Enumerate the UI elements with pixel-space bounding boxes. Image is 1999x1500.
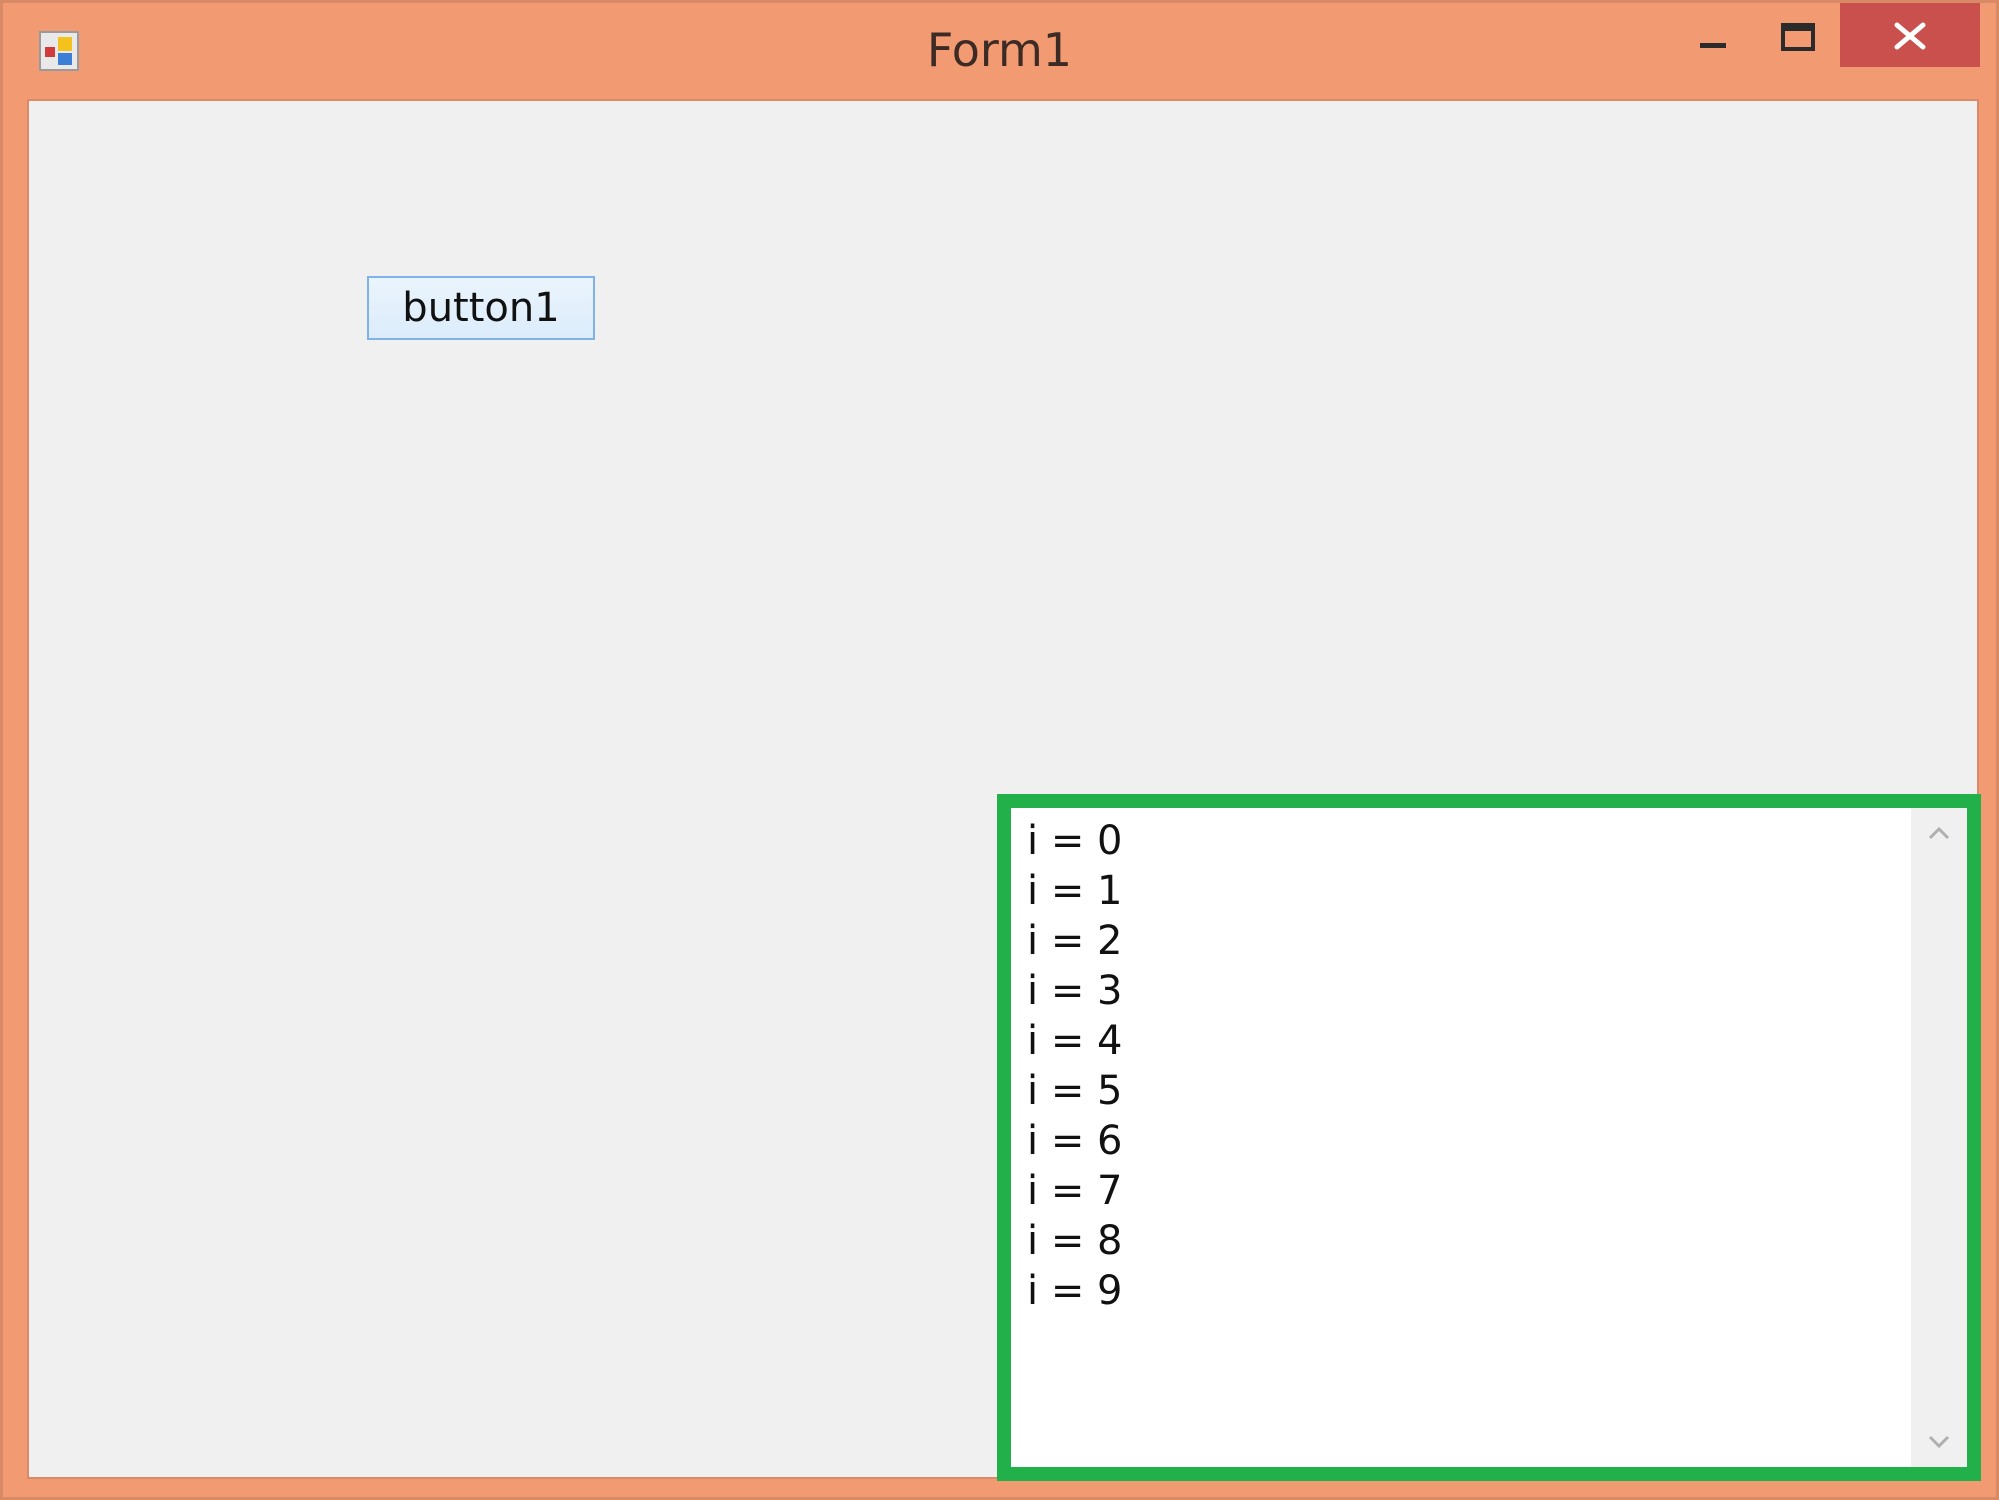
output-line: i = 1 [1027,868,1123,914]
output-line: i = 7 [1027,1168,1123,1214]
close-icon [1894,22,1926,50]
output-line: i = 9 [1027,1268,1123,1314]
vertical-scrollbar[interactable] [1911,808,1967,1467]
output-line: i = 6 [1027,1118,1123,1164]
button1[interactable]: button1 [367,276,595,340]
output-textbox-highlight: i = 0i = 1i = 2i = 3i = 4i = 5i = 6i = 7… [997,794,1981,1481]
scroll-down-button[interactable] [1911,1417,1967,1467]
output-line: i = 4 [1027,1018,1123,1064]
output-textbox[interactable]: i = 0i = 1i = 2i = 3i = 4i = 5i = 6i = 7… [1011,808,1911,1467]
output-line: i = 2 [1027,918,1123,964]
maximize-button[interactable] [1758,3,1838,67]
scroll-up-button[interactable] [1911,808,1967,858]
chevron-up-icon [1928,826,1950,840]
minimize-icon [1700,43,1726,48]
chevron-down-icon [1928,1435,1950,1449]
maximize-icon [1781,23,1815,51]
close-button[interactable] [1840,3,1980,67]
minimize-button[interactable] [1673,3,1753,67]
title-bar[interactable]: Form1 [3,3,1996,99]
output-line: i = 3 [1027,968,1123,1014]
output-line: i = 8 [1027,1218,1123,1264]
form-client-area: button1 i = 0i = 1i = 2i = 3i = 4i = 5i … [27,99,1981,1481]
output-line: i = 0 [1027,818,1123,864]
output-line: i = 5 [1027,1068,1123,1114]
form1-window: Form1 button1 i = 0i = 1i = 2i = 3i = 4i… [0,0,1999,1500]
